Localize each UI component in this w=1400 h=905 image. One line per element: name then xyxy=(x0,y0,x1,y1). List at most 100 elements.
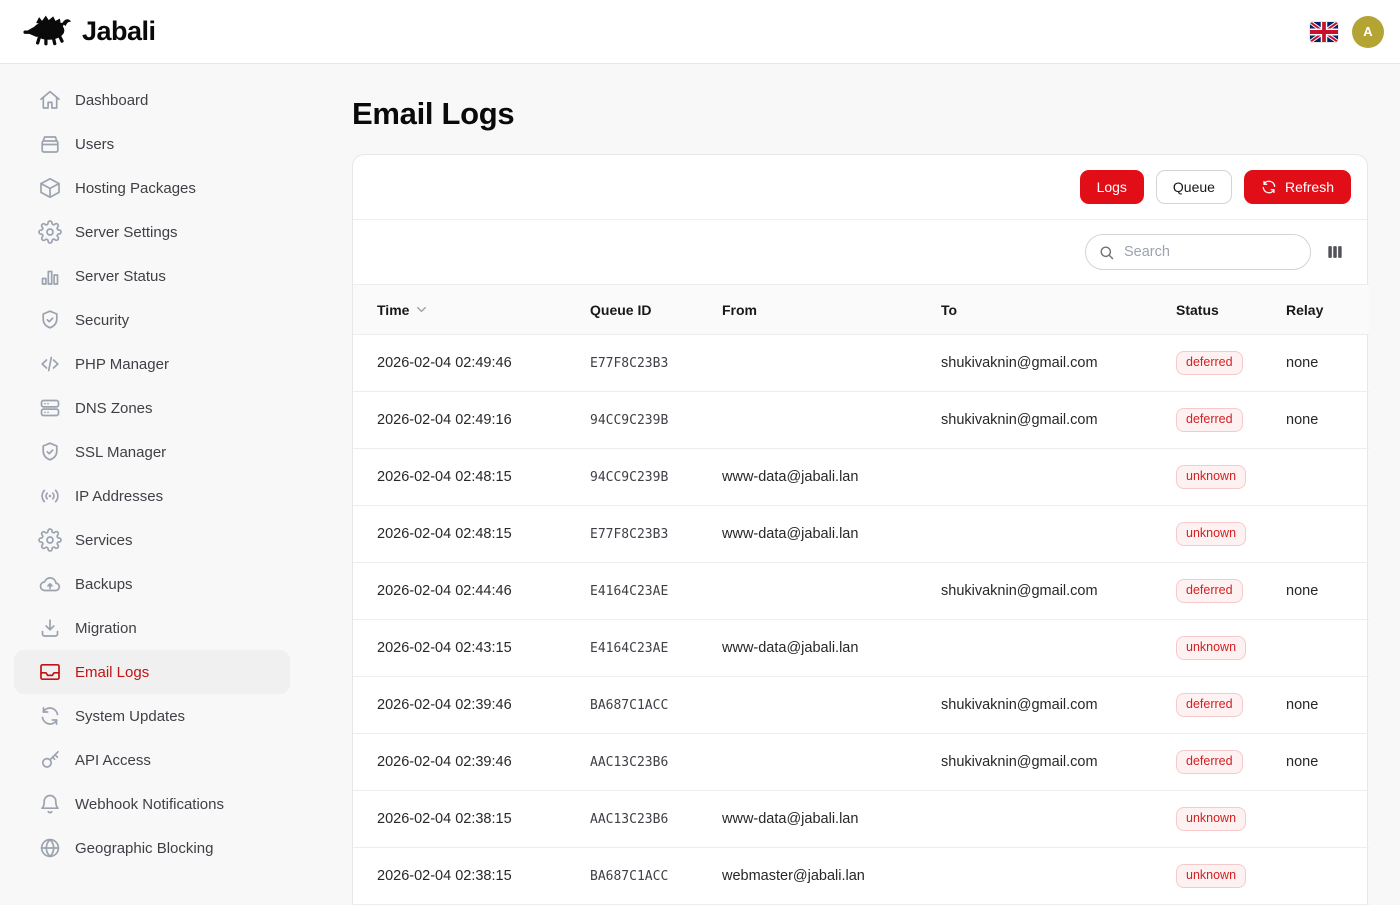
email-logs-table: Time Queue ID From To Status Relay xyxy=(353,284,1369,905)
cell-time: 2026-02-04 02:43:15 xyxy=(353,620,590,677)
status-badge: deferred xyxy=(1176,351,1243,375)
cell-queue-id: BA687C1ACC xyxy=(590,848,722,905)
cell-relay xyxy=(1286,620,1369,677)
cell-queue-id: E4164C23AE xyxy=(590,563,722,620)
main-content: Email Logs Logs Queue Refresh xyxy=(304,64,1400,900)
sidebar-item-services[interactable]: Services xyxy=(14,518,290,562)
sidebar-item-email-logs[interactable]: Email Logs xyxy=(14,650,290,694)
sidebar-item-label: Email Logs xyxy=(75,664,149,681)
sidebar-item-label: Dashboard xyxy=(75,92,148,109)
boar-logo-icon xyxy=(22,10,74,53)
queue-tab-button[interactable]: Queue xyxy=(1156,170,1232,204)
table-row[interactable]: 2026-02-04 02:49:46 E77F8C23B3 shukivakn… xyxy=(353,335,1369,392)
status-badge: deferred xyxy=(1176,408,1243,432)
table-row[interactable]: 2026-02-04 02:48:15 E77F8C23B3 www-data@… xyxy=(353,506,1369,563)
package-icon xyxy=(38,176,62,200)
column-header-from[interactable]: From xyxy=(722,285,941,335)
search-box xyxy=(1085,234,1311,270)
sidebar-item-label: Server Settings xyxy=(75,224,178,241)
column-header-queue-id[interactable]: Queue ID xyxy=(590,285,722,335)
cell-status: unknown xyxy=(1176,848,1286,905)
column-header-status[interactable]: Status xyxy=(1176,285,1286,335)
table-row[interactable]: 2026-02-04 02:49:16 94CC9C239B shukivakn… xyxy=(353,392,1369,449)
cell-from xyxy=(722,677,941,734)
table-row[interactable]: 2026-02-04 02:39:46 BA687C1ACC shukivakn… xyxy=(353,677,1369,734)
sidebar-item-label: PHP Manager xyxy=(75,356,169,373)
logs-button-label: Logs xyxy=(1097,179,1127,195)
cell-status: deferred xyxy=(1176,335,1286,392)
key-icon xyxy=(38,748,62,772)
table-row[interactable]: 2026-02-04 02:44:46 E4164C23AE shukivakn… xyxy=(353,563,1369,620)
sidebar-item-geographic-blocking[interactable]: Geographic Blocking xyxy=(14,826,290,870)
cell-relay: none xyxy=(1286,734,1369,791)
sidebar-item-label: Webhook Notifications xyxy=(75,796,224,813)
broadcast-icon xyxy=(38,484,62,508)
sidebar-item-webhook-notifications[interactable]: Webhook Notifications xyxy=(14,782,290,826)
status-badge: deferred xyxy=(1176,693,1243,717)
cell-from xyxy=(722,734,941,791)
sidebar-item-hosting-packages[interactable]: Hosting Packages xyxy=(14,166,290,210)
table-row[interactable]: 2026-02-04 02:39:46 AAC13C23B6 shukivakn… xyxy=(353,734,1369,791)
cell-relay: none xyxy=(1286,563,1369,620)
table-row[interactable]: 2026-02-04 02:38:15 BA687C1ACC webmaster… xyxy=(353,848,1369,905)
sidebar-item-ip-addresses[interactable]: IP Addresses xyxy=(14,474,290,518)
brand-logo[interactable]: Jabali xyxy=(22,10,156,53)
table-row[interactable]: 2026-02-04 02:48:15 94CC9C239B www-data@… xyxy=(353,449,1369,506)
status-badge: unknown xyxy=(1176,522,1246,546)
sidebar-nav: Dashboard Users Hosting Packages Server … xyxy=(0,64,304,900)
sidebar-item-label: Migration xyxy=(75,620,137,637)
sidebar-item-label: Server Status xyxy=(75,268,166,285)
sidebar-item-label: IP Addresses xyxy=(75,488,163,505)
sidebar-item-backups[interactable]: Backups xyxy=(14,562,290,606)
cell-to xyxy=(941,791,1176,848)
user-avatar[interactable]: A xyxy=(1352,16,1384,48)
table-row[interactable]: 2026-02-04 02:43:15 E4164C23AE www-data@… xyxy=(353,620,1369,677)
page-title: Email Logs xyxy=(352,96,1368,132)
sidebar-item-label: DNS Zones xyxy=(75,400,153,417)
cell-queue-id: E77F8C23B3 xyxy=(590,335,722,392)
sidebar-item-security[interactable]: Security xyxy=(14,298,290,342)
sidebar-item-ssl-manager[interactable]: SSL Manager xyxy=(14,430,290,474)
sidebar-item-migration[interactable]: Migration xyxy=(14,606,290,650)
cell-from xyxy=(722,335,941,392)
cell-status: unknown xyxy=(1176,449,1286,506)
sidebar-item-dashboard[interactable]: Dashboard xyxy=(14,78,290,122)
sidebar-item-server-status[interactable]: Server Status xyxy=(14,254,290,298)
sidebar-item-api-access[interactable]: API Access xyxy=(14,738,290,782)
cell-queue-id: AAC13C23B6 xyxy=(590,734,722,791)
sidebar-item-label: SSL Manager xyxy=(75,444,166,461)
sidebar-item-server-settings[interactable]: Server Settings xyxy=(14,210,290,254)
cell-to xyxy=(941,848,1176,905)
cell-to xyxy=(941,506,1176,563)
sidebar-item-dns-zones[interactable]: DNS Zones xyxy=(14,386,290,430)
archive-icon xyxy=(38,132,62,156)
refresh-button[interactable]: Refresh xyxy=(1244,170,1351,204)
chevron-down-icon xyxy=(414,302,429,317)
sidebar-item-php-manager[interactable]: PHP Manager xyxy=(14,342,290,386)
sidebar-item-label: System Updates xyxy=(75,708,185,725)
cell-relay xyxy=(1286,506,1369,563)
bar-chart-icon xyxy=(38,264,62,288)
cell-queue-id: AAC13C23B6 xyxy=(590,791,722,848)
cell-queue-id: E4164C23AE xyxy=(590,620,722,677)
status-badge: unknown xyxy=(1176,807,1246,831)
cell-from: www-data@jabali.lan xyxy=(722,506,941,563)
column-header-time[interactable]: Time xyxy=(353,285,590,335)
sidebar-item-users[interactable]: Users xyxy=(14,122,290,166)
column-header-relay[interactable]: Relay xyxy=(1286,285,1369,335)
logs-tab-button[interactable]: Logs xyxy=(1080,170,1144,204)
gear-icon xyxy=(38,528,62,552)
sidebar-item-system-updates[interactable]: System Updates xyxy=(14,694,290,738)
column-toggle-button[interactable] xyxy=(1325,242,1345,262)
cell-relay: none xyxy=(1286,392,1369,449)
search-input[interactable] xyxy=(1124,244,1311,260)
status-badge: deferred xyxy=(1176,750,1243,774)
columns-icon xyxy=(1325,242,1345,262)
table-row[interactable]: 2026-02-04 02:38:15 AAC13C23B6 www-data@… xyxy=(353,791,1369,848)
cell-to xyxy=(941,449,1176,506)
uk-flag-icon[interactable] xyxy=(1310,22,1338,42)
sidebar-item-label: Geographic Blocking xyxy=(75,840,213,857)
top-header: Jabali A xyxy=(0,0,1400,64)
cell-relay xyxy=(1286,791,1369,848)
column-header-to[interactable]: To xyxy=(941,285,1176,335)
